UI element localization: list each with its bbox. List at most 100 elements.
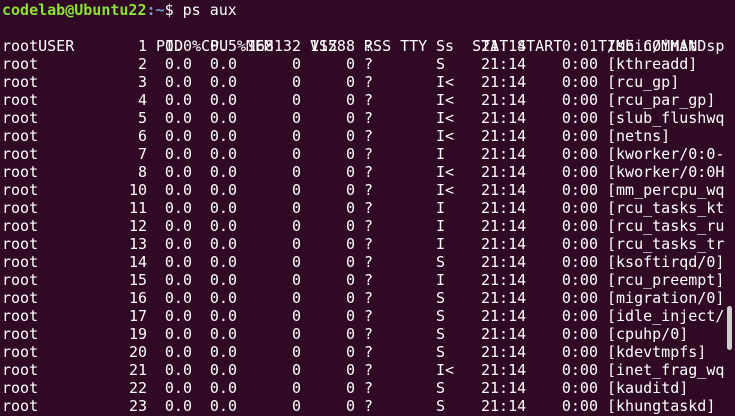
cell-user: root: [2, 199, 39, 217]
cell-rss: 0: [345, 271, 355, 289]
shell-prompt: codelab@Ubuntu22:~$ ps aux: [2, 1, 237, 19]
cell-user: root: [2, 55, 39, 73]
cell-start: 21:14: [481, 181, 527, 199]
cell-pid: 21: [128, 361, 147, 379]
cell-start: 21:14: [481, 271, 527, 289]
cell-vsz: 0: [291, 379, 301, 397]
cell-rss: 0: [345, 181, 355, 199]
cell-stat: I: [436, 271, 446, 289]
cell-pid: 5: [137, 109, 147, 127]
cell-pid: 19: [128, 325, 147, 343]
table-row: root 22 0.0 0.0 0 0? S 21:14 0:00 [kauditd]: [2, 379, 728, 397]
table-row: root 12 0.0 0.0 0 0? I 21:14 0:00 [rcu_tasks_ru: [2, 217, 728, 235]
table-row: root 5 0.0 0.0 0 0? I< 21:14 0:00 [slub_flushwq: [2, 109, 728, 127]
cell-stat: S: [436, 343, 446, 361]
cell-pid: 16: [128, 289, 147, 307]
cell-command: [rcu_par_gp]: [607, 91, 716, 109]
cell-stat: I: [436, 217, 446, 235]
terminal-window[interactable]: codelab@Ubuntu22:~$ ps aux USER PID %CPU %M…: [0, 0, 735, 416]
cell-start: 21:14: [481, 325, 527, 343]
cell-command: /sbin/init sp: [607, 37, 725, 55]
cell-start: 21:14: [481, 343, 527, 361]
cell-mem: 0.0: [209, 235, 237, 253]
cell-stat: I<: [436, 91, 455, 109]
cell-time: 0:00: [561, 253, 598, 271]
cell-command: [rcu_tasks_ru: [607, 217, 725, 235]
cell-start: 21:14: [481, 307, 527, 325]
cell-cpu: 0.0: [164, 361, 192, 379]
cell-rss: 0: [345, 397, 355, 415]
cell-stat: S: [436, 325, 446, 343]
cell-vsz: 0: [291, 91, 301, 109]
cell-vsz: 168132: [246, 37, 301, 55]
cell-time: 0:00: [561, 181, 598, 199]
cell-stat: S: [436, 397, 446, 415]
cell-pid: 1: [137, 37, 147, 55]
cell-start: 21:14: [481, 217, 527, 235]
cell-vsz: 0: [291, 55, 301, 73]
cell-time: 0:00: [561, 217, 598, 235]
cell-start: 21:14: [481, 289, 527, 307]
cell-tty: ?: [364, 163, 374, 181]
cell-start: 21:14: [481, 55, 527, 73]
cell-user: root: [2, 109, 39, 127]
prompt-command: ps aux: [173, 1, 237, 19]
process-list: root 1 0.0 0.5 168132 11588? Ss 21:14 0:01/sbin/…: [2, 37, 728, 415]
cell-time: 0:00: [561, 109, 598, 127]
cell-time: 0:00: [561, 145, 598, 163]
cell-user: root: [2, 217, 39, 235]
cell-start: 21:14: [481, 73, 527, 91]
cell-user: root: [2, 379, 39, 397]
cell-rss: 0: [345, 343, 355, 361]
cell-command: [ksoftirqd/0]: [607, 253, 725, 271]
cell-time: 0:00: [561, 127, 598, 145]
cell-mem: 0.0: [209, 127, 237, 145]
cell-user: root: [2, 145, 39, 163]
cell-rss: 0: [345, 379, 355, 397]
cell-start: 21:14: [481, 37, 527, 55]
cell-command: [rcu_gp]: [607, 73, 680, 91]
cell-tty: ?: [364, 325, 374, 343]
cell-cpu: 0.0: [164, 217, 192, 235]
table-row: root 13 0.0 0.0 0 0? I 21:14 0:00 [rcu_tasks_tr: [2, 235, 728, 253]
cell-tty: ?: [364, 217, 374, 235]
cell-command: [migration/0]: [607, 289, 725, 307]
cell-tty: ?: [364, 55, 374, 73]
cell-command: [netns]: [607, 127, 671, 145]
cell-tty: ?: [364, 145, 374, 163]
cell-rss: 0: [345, 199, 355, 217]
cell-cpu: 0.0: [164, 73, 192, 91]
cell-rss: 0: [345, 235, 355, 253]
cell-tty: ?: [364, 397, 374, 415]
table-row: root 8 0.0 0.0 0 0? I< 21:14 0:00 [kworker/0:0H: [2, 163, 728, 181]
cell-cpu: 0.0: [164, 235, 192, 253]
table-row: root 19 0.0 0.0 0 0? S 21:14 0:00 [cpuhp/0]: [2, 325, 728, 343]
cell-mem: 0.0: [209, 145, 237, 163]
cell-mem: 0.0: [209, 271, 237, 289]
cell-cpu: 0.0: [164, 163, 192, 181]
cell-rss: 0: [345, 253, 355, 271]
cell-time: 0:00: [561, 343, 598, 361]
cell-pid: 15: [128, 271, 147, 289]
cell-mem: 0.0: [209, 289, 237, 307]
cell-vsz: 0: [291, 235, 301, 253]
terminal-scrollbar[interactable]: [727, 306, 732, 350]
cell-command: [cpuhp/0]: [607, 325, 689, 343]
cell-cpu: 0.0: [164, 55, 192, 73]
cell-start: 21:14: [481, 253, 527, 271]
cell-command: [rcu_tasks_kt: [607, 199, 725, 217]
cell-vsz: 0: [291, 253, 301, 271]
cell-pid: 2: [137, 55, 147, 73]
table-row: root 7 0.0 0.0 0 0? I 21:14 0:00 [kworker/0:0-: [2, 145, 728, 163]
cell-stat: I<: [436, 361, 455, 379]
cell-tty: ?: [364, 361, 374, 379]
cell-time: 0:00: [561, 307, 598, 325]
cell-tty: ?: [364, 271, 374, 289]
cell-stat: I: [436, 235, 446, 253]
cell-vsz: 0: [291, 217, 301, 235]
cell-vsz: 0: [291, 325, 301, 343]
prompt-user-host: codelab@Ubuntu22: [2, 1, 147, 19]
table-row: root 17 0.0 0.0 0 0? S 21:14 0:00 [idle_inject/: [2, 307, 728, 325]
table-row: root 3 0.0 0.0 0 0? I< 21:14 0:00 [rcu_gp]: [2, 73, 728, 91]
cell-tty: ?: [364, 379, 374, 397]
